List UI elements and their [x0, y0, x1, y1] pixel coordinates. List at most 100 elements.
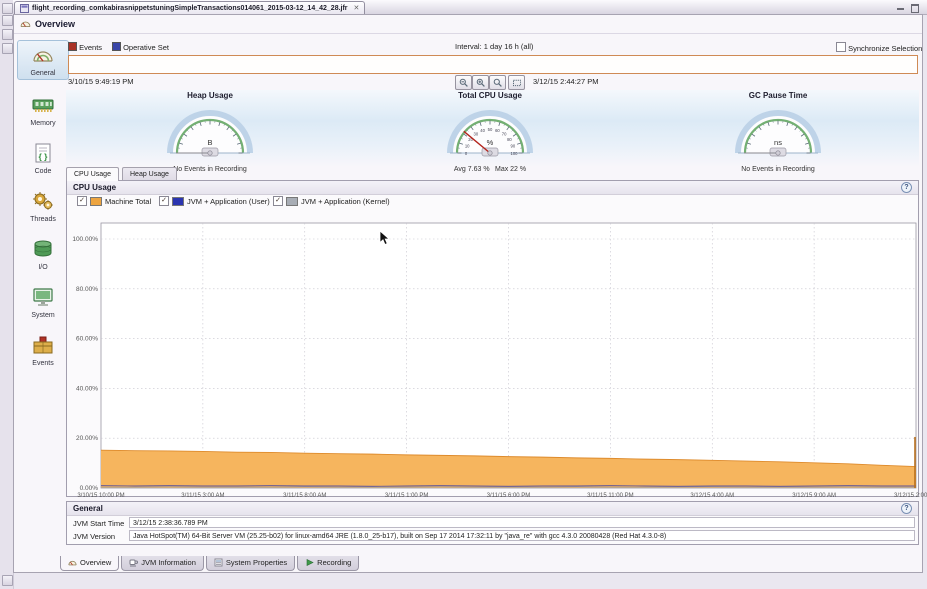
sidebar-item-label: Events	[18, 360, 68, 367]
title-divider	[14, 33, 922, 34]
jvm-kernel-swatch	[286, 197, 298, 206]
general-section: General ? JVM Start Time 3/12/15 2:38:36…	[66, 501, 919, 545]
help-icon[interactable]: ?	[901, 182, 912, 193]
sidebar-item-memory[interactable]: Memory	[17, 90, 69, 130]
synchronize-selection: Synchronize Selection	[836, 42, 922, 53]
sidebar-item-io[interactable]: I/O	[17, 234, 69, 274]
tab-cpu-usage[interactable]: CPU Usage	[66, 167, 119, 181]
bottom-tab-overview[interactable]: Overview	[60, 556, 119, 571]
svg-text:3/11/15 1:00 PM: 3/11/15 1:00 PM	[385, 493, 429, 499]
sidebar-item-threads[interactable]: Threads	[17, 186, 69, 226]
editor-tab[interactable]: flight_recording_comkabirasnippetstuning…	[14, 1, 365, 14]
editor-tab-bar: flight_recording_comkabirasnippetstuning…	[13, 0, 927, 15]
sidebar-item-general[interactable]: General	[17, 40, 69, 80]
gauge-status: No Events in Recording	[693, 166, 863, 173]
page-tabs: Overview JVM Information System Properti…	[60, 556, 359, 571]
jmc-window: flight_recording_comkabirasnippetstuning…	[0, 0, 927, 589]
legend-label: JVM + Application (User)	[187, 197, 270, 206]
tab-label: Recording	[317, 558, 351, 567]
jvm-user-checkbox[interactable]: ✓	[159, 196, 169, 206]
legend-jvm-kernel: ✓ JVM + Application (Kernel)	[273, 196, 390, 206]
general-icon	[31, 43, 55, 67]
sidebar-item-label: Memory	[18, 120, 68, 127]
svg-text:3/11/15 3:00 AM: 3/11/15 3:00 AM	[181, 493, 224, 499]
fit-range-button[interactable]	[508, 75, 525, 90]
overview-icon	[20, 18, 31, 29]
maximize-button[interactable]	[910, 3, 919, 11]
jvm-start-time-field[interactable]: 3/12/15 2:38:36.789 PM	[129, 517, 915, 528]
jvm-kernel-checkbox[interactable]: ✓	[273, 196, 283, 206]
range-selector[interactable]	[68, 55, 918, 74]
svg-text:60: 60	[495, 128, 500, 133]
tab-label: System Properties	[226, 558, 287, 567]
interval-label: Interval: 1 day 16 h (all)	[455, 42, 533, 51]
jvm-version-field[interactable]: Java HotSpot(TM) 64-Bit Server VM (25.25…	[129, 530, 915, 541]
general-section-title: General	[73, 504, 103, 513]
trim-button-bottom[interactable]	[2, 575, 13, 586]
operative-set-color-chip	[112, 42, 121, 51]
gauge-title: Heap Usage	[125, 91, 295, 100]
svg-text:70: 70	[502, 132, 507, 137]
trim-button-1[interactable]	[2, 3, 13, 14]
jfr-file-icon	[20, 4, 29, 13]
zoom-out-button[interactable]	[455, 75, 472, 90]
svg-text:80.00%: 80.00%	[76, 286, 98, 293]
svg-text:3/12/15 9:00 AM: 3/12/15 9:00 AM	[792, 493, 836, 499]
sidebar-item-code[interactable]: { } Code	[17, 138, 69, 178]
bottom-tab-jvm-information[interactable]: JVM Information	[121, 556, 204, 571]
mouse-cursor	[379, 230, 391, 246]
svg-text:0.00%: 0.00%	[80, 485, 99, 492]
jvm-start-time-label: JVM Start Time	[73, 519, 124, 528]
svg-text:3/12/15 2:00 PM: 3/12/15 2:00 PM	[894, 493, 927, 499]
help-icon[interactable]: ?	[901, 503, 912, 514]
sidebar-item-label: Code	[18, 168, 68, 175]
svg-text:B: B	[207, 138, 212, 147]
svg-text:%: %	[487, 138, 494, 147]
close-icon[interactable]: ✕	[354, 4, 360, 12]
events-icon	[31, 333, 55, 357]
tab-label: Overview	[80, 558, 111, 567]
tab-heap-usage[interactable]: Heap Usage	[122, 167, 177, 181]
gauge-title: GC Pause Time	[693, 91, 863, 100]
series-legend: ✓ Machine Total ✓ JVM + Application (Use…	[67, 196, 918, 208]
operative-set-legend-label: Operative Set	[123, 43, 169, 52]
editor-tab-title: flight_recording_comkabirasnippetstuning…	[32, 5, 348, 12]
gc-pause-time-dial: ns	[718, 101, 838, 163]
bottom-tab-recording[interactable]: Recording	[297, 556, 359, 571]
tab-label: JVM Information	[141, 558, 196, 567]
total-cpu-usage-gauge: Total CPU Usage % 0102030405060708090100…	[405, 91, 575, 173]
zoom-in-button[interactable]	[472, 75, 489, 90]
sidebar-item-label: System	[18, 312, 68, 319]
svg-text:10: 10	[465, 144, 470, 149]
general-section-header: General ?	[67, 502, 918, 516]
sidebar-item-system[interactable]: System	[17, 282, 69, 322]
svg-text:80: 80	[507, 137, 512, 142]
cpu-usage-section: CPU Usage ? ✓ Machine Total ✓ JVM + Appl…	[66, 180, 919, 497]
cpu-usage-chart[interactable]: 0.00%20.00%40.00%60.00%80.00%100.00%3/10…	[71, 211, 927, 501]
cpu-section-header: CPU Usage ?	[67, 181, 918, 195]
threads-icon	[31, 189, 55, 213]
recording-tab-icon	[305, 558, 314, 567]
jvm-information-tab-icon	[129, 558, 138, 567]
range-start-label: 3/10/15 9:49:19 PM	[68, 77, 133, 86]
page-title: Overview	[20, 18, 75, 29]
trim-button-3[interactable]	[2, 29, 13, 40]
bottom-tab-system-properties[interactable]: System Properties	[206, 556, 295, 571]
synchronize-selection-checkbox[interactable]	[836, 42, 846, 52]
minimize-button[interactable]	[896, 3, 905, 11]
svg-text:{ }: { }	[39, 152, 49, 162]
cpu-section-title: CPU Usage	[73, 183, 116, 192]
trim-button-2[interactable]	[2, 15, 13, 26]
system-icon	[31, 285, 55, 309]
memory-icon	[31, 93, 55, 117]
svg-text:3/11/15 11:00 PM: 3/11/15 11:00 PM	[587, 493, 633, 499]
trim-button-4[interactable]	[2, 43, 13, 54]
machine-total-checkbox[interactable]: ✓	[77, 196, 87, 206]
heap-usage-dial: B	[150, 101, 270, 163]
svg-text:40.00%: 40.00%	[76, 385, 98, 392]
io-icon	[31, 237, 55, 261]
sidebar-item-events[interactable]: Events	[17, 330, 69, 370]
legend-label: Machine Total	[105, 197, 151, 206]
zoom-selection-button[interactable]	[489, 75, 506, 90]
gauge-title: Total CPU Usage	[405, 91, 575, 100]
